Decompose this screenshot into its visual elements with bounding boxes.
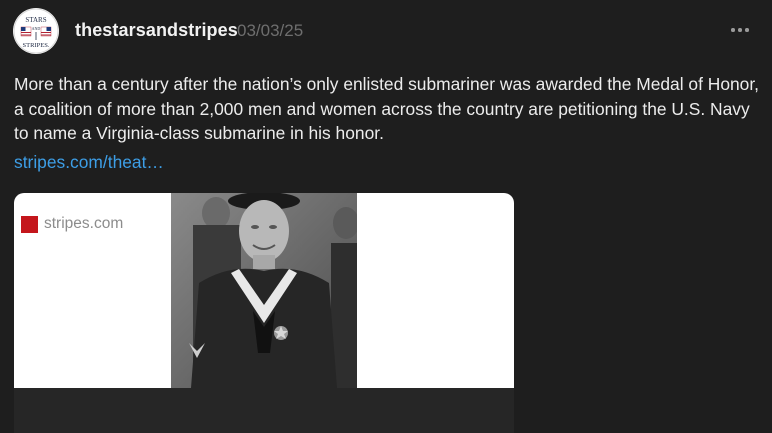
post-date: 03/03/25: [237, 21, 304, 40]
avatar-text-line-3: STRIPES.: [23, 42, 50, 49]
stars-and-stripes-logo-icon: STARS AND STRIPES.: [13, 8, 59, 54]
link-preview-footer: [14, 388, 514, 433]
avatar[interactable]: STARS AND STRIPES.: [13, 8, 59, 54]
post-link[interactable]: stripes.com/theat…: [14, 150, 164, 175]
post-text: More than a century after the nation’s o…: [14, 74, 759, 144]
more-horizontal-icon: [729, 28, 750, 32]
post: STARS AND STRIPES. thestarsandstripes 03…: [0, 0, 772, 433]
link-preview-domain: stripes.com: [44, 215, 124, 232]
avatar-text-line-1: STARS: [25, 16, 46, 24]
avatar-text-line-2: AND: [32, 26, 41, 31]
more-options-button[interactable]: [727, 18, 753, 42]
sailor-photo-icon: [171, 193, 357, 388]
stripes-favicon-icon: [21, 216, 38, 233]
author-username[interactable]: thestarsandstripes: [75, 20, 238, 41]
